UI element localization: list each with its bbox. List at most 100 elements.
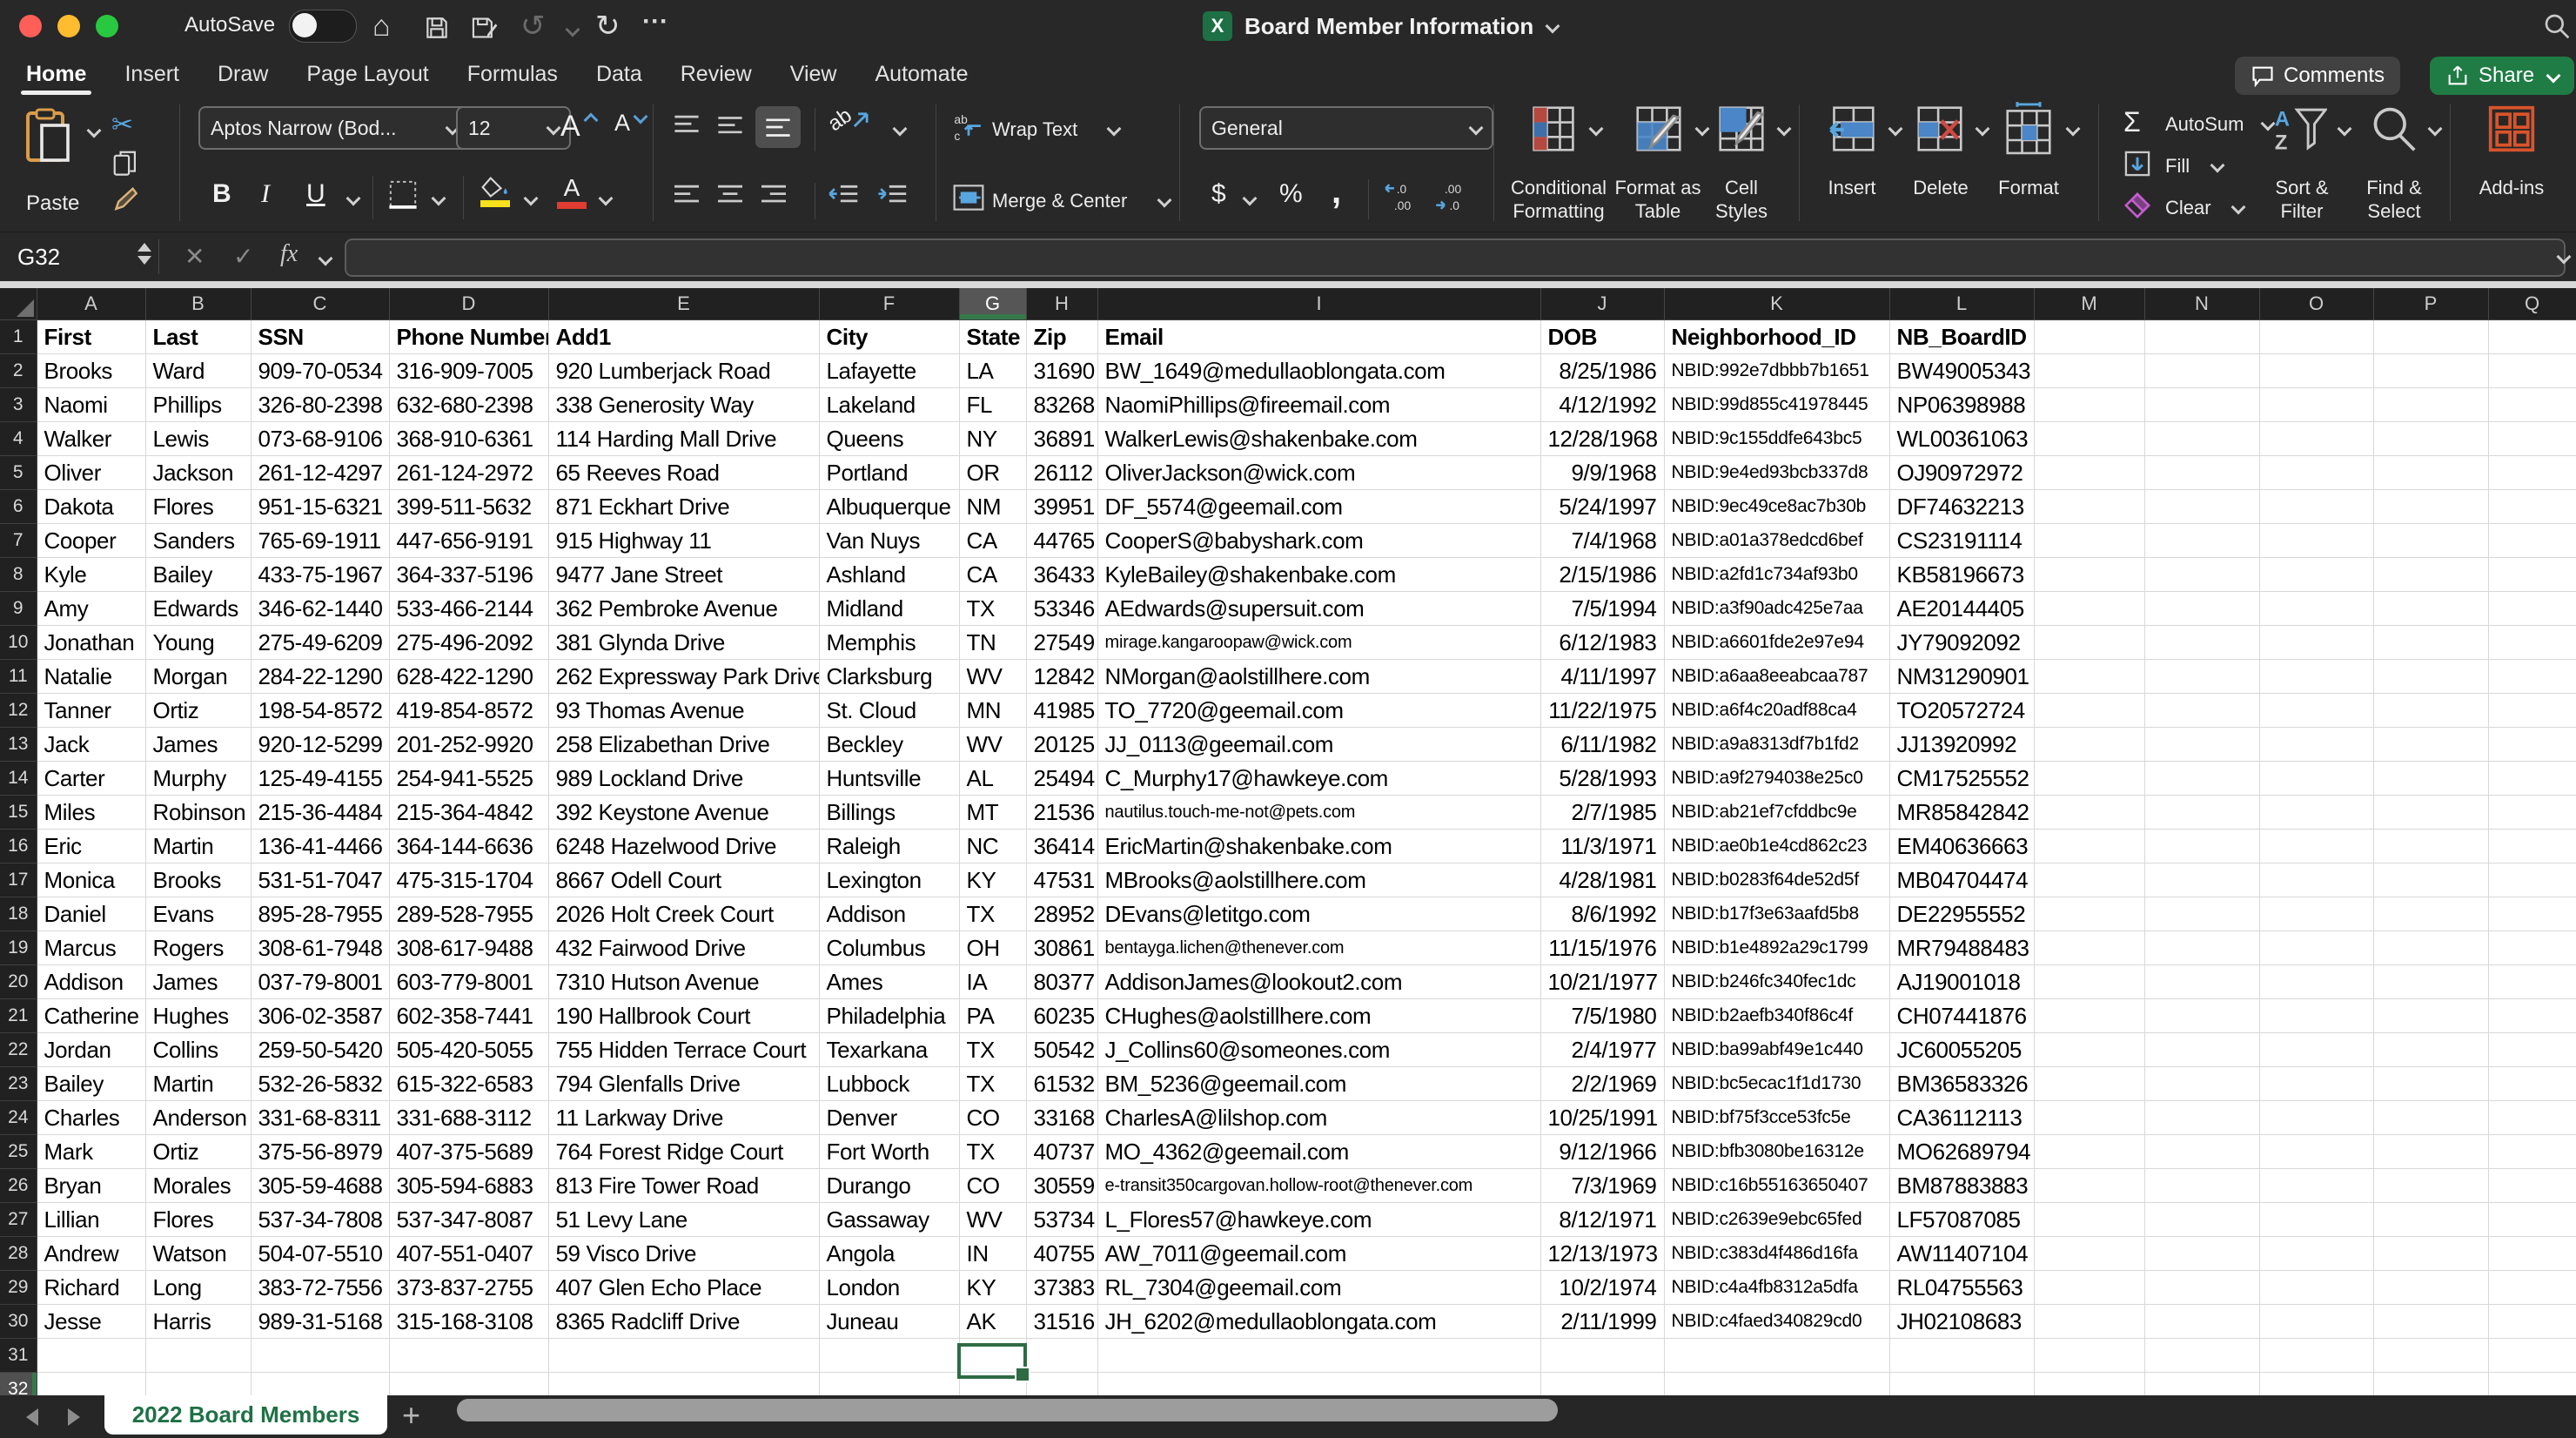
cell-G23[interactable]: TX xyxy=(959,1067,1026,1101)
column-header-C[interactable]: C xyxy=(251,288,389,320)
cell-N29[interactable] xyxy=(2144,1271,2259,1305)
tab-review[interactable]: Review xyxy=(679,62,754,87)
cell-D24[interactable]: 331-688-3112 xyxy=(389,1101,548,1135)
cell-M22[interactable] xyxy=(2034,1033,2144,1067)
format-as-table-chevron-icon[interactable] xyxy=(1695,122,1710,137)
cell-E19[interactable]: 432 Fairwood Drive xyxy=(548,931,819,965)
function-chevron-icon[interactable] xyxy=(319,252,333,266)
cell-G13[interactable]: WV xyxy=(959,728,1026,762)
cell-C1[interactable]: SSN xyxy=(251,320,389,354)
cell-L3[interactable]: NP06398988 xyxy=(1889,388,2034,422)
cell-P32[interactable] xyxy=(2373,1373,2488,1396)
cell-C3[interactable]: 326-80-2398 xyxy=(251,388,389,422)
cell-O4[interactable] xyxy=(2259,422,2373,456)
cell-A7[interactable]: Cooper xyxy=(37,524,145,558)
column-header-E[interactable]: E xyxy=(548,288,819,320)
cell-Q27[interactable] xyxy=(2488,1203,2576,1237)
cell-C16[interactable]: 136-41-4466 xyxy=(251,830,389,863)
cell-Q16[interactable] xyxy=(2488,830,2576,863)
cell-D5[interactable]: 261-124-2972 xyxy=(389,456,548,490)
cell-A16[interactable]: Eric xyxy=(37,830,145,863)
cell-Q2[interactable] xyxy=(2488,354,2576,388)
cell-A3[interactable]: Naomi xyxy=(37,388,145,422)
cell-J20[interactable]: 10/21/1977 xyxy=(1540,965,1664,999)
cell-I3[interactable]: NaomiPhillips@fireemail.com xyxy=(1097,388,1540,422)
column-header-O[interactable]: O xyxy=(2259,288,2373,320)
cell-A21[interactable]: Catherine xyxy=(37,999,145,1033)
cell-F24[interactable]: Denver xyxy=(819,1101,959,1135)
cell-H7[interactable]: 44765 xyxy=(1026,524,1097,558)
align-right-icon[interactable] xyxy=(759,183,788,207)
cell-G9[interactable]: TX xyxy=(959,592,1026,626)
row-header-17[interactable]: 17 xyxy=(0,863,37,897)
cell-N7[interactable] xyxy=(2144,524,2259,558)
orientation-icon[interactable]: ab xyxy=(828,108,869,132)
cell-G22[interactable]: TX xyxy=(959,1033,1026,1067)
cell-G8[interactable]: CA xyxy=(959,558,1026,592)
cell-P18[interactable] xyxy=(2373,897,2488,931)
cell-I12[interactable]: TO_7720@geemail.com xyxy=(1097,694,1540,728)
cell-G18[interactable]: TX xyxy=(959,897,1026,931)
align-center-icon[interactable] xyxy=(715,183,745,207)
cell-J27[interactable]: 8/12/1971 xyxy=(1540,1203,1664,1237)
cell-F27[interactable]: Gassaway xyxy=(819,1203,959,1237)
cell-P10[interactable] xyxy=(2373,626,2488,660)
column-header-K[interactable]: K xyxy=(1664,288,1889,320)
cell-M7[interactable] xyxy=(2034,524,2144,558)
paste-icon[interactable] xyxy=(26,108,71,164)
cell-M26[interactable] xyxy=(2034,1169,2144,1203)
cell-I24[interactable]: CharlesA@lilshop.com xyxy=(1097,1101,1540,1135)
cell-Q17[interactable] xyxy=(2488,863,2576,897)
cell-M21[interactable] xyxy=(2034,999,2144,1033)
cell-G24[interactable]: CO xyxy=(959,1101,1026,1135)
tab-draw[interactable]: Draw xyxy=(216,62,270,87)
cell-D30[interactable]: 315-168-3108 xyxy=(389,1305,548,1339)
cell-I21[interactable]: CHughes@aolstillhere.com xyxy=(1097,999,1540,1033)
cell-C18[interactable]: 895-28-7955 xyxy=(251,897,389,931)
cell-N27[interactable] xyxy=(2144,1203,2259,1237)
cell-G28[interactable]: IN xyxy=(959,1237,1026,1271)
cell-H18[interactable]: 28952 xyxy=(1026,897,1097,931)
cell-L15[interactable]: MR85842842 xyxy=(1889,796,2034,830)
cell-C5[interactable]: 261-12-4297 xyxy=(251,456,389,490)
cell-H5[interactable]: 26112 xyxy=(1026,456,1097,490)
cell-M28[interactable] xyxy=(2034,1237,2144,1271)
cell-M23[interactable] xyxy=(2034,1067,2144,1101)
column-header-G[interactable]: G xyxy=(959,288,1026,320)
cell-F11[interactable]: Clarksburg xyxy=(819,660,959,694)
cell-H13[interactable]: 20125 xyxy=(1026,728,1097,762)
cell-G26[interactable]: CO xyxy=(959,1169,1026,1203)
cell-E25[interactable]: 764 Forest Ridge Court xyxy=(548,1135,819,1169)
cell-J32[interactable] xyxy=(1540,1373,1664,1396)
tab-insert[interactable]: Insert xyxy=(123,62,181,87)
cell-Q32[interactable] xyxy=(2488,1373,2576,1396)
cell-F22[interactable]: Texarkana xyxy=(819,1033,959,1067)
cell-F5[interactable]: Portland xyxy=(819,456,959,490)
cell-N22[interactable] xyxy=(2144,1033,2259,1067)
cell-K14[interactable]: NBID:a9f2794038e25c0 xyxy=(1664,762,1889,796)
cell-J21[interactable]: 7/5/1980 xyxy=(1540,999,1664,1033)
document-title[interactable]: Board Member Information xyxy=(1244,13,1533,40)
cell-K13[interactable]: NBID:a9a8313df7b1fd2 xyxy=(1664,728,1889,762)
cell-M19[interactable] xyxy=(2034,931,2144,965)
cell-I11[interactable]: NMorgan@aolstillhere.com xyxy=(1097,660,1540,694)
column-header-P[interactable]: P xyxy=(2373,288,2488,320)
cell-D14[interactable]: 254-941-5525 xyxy=(389,762,548,796)
cell-D25[interactable]: 407-375-5689 xyxy=(389,1135,548,1169)
cell-E6[interactable]: 871 Eckhart Drive xyxy=(548,490,819,524)
currency-chevron-icon[interactable] xyxy=(1243,192,1258,206)
cell-C17[interactable]: 531-51-7047 xyxy=(251,863,389,897)
cell-H23[interactable]: 61532 xyxy=(1026,1067,1097,1101)
cell-K9[interactable]: NBID:a3f90adc425e7aa xyxy=(1664,592,1889,626)
cell-N30[interactable] xyxy=(2144,1305,2259,1339)
cell-C4[interactable]: 073-68-9106 xyxy=(251,422,389,456)
share-button[interactable]: Share xyxy=(2430,57,2574,95)
cell-N18[interactable] xyxy=(2144,897,2259,931)
cell-M31[interactable] xyxy=(2034,1339,2144,1373)
cell-O22[interactable] xyxy=(2259,1033,2373,1067)
cell-L25[interactable]: MO62689794 xyxy=(1889,1135,2034,1169)
align-left-icon[interactable] xyxy=(672,183,701,207)
cell-styles-chevron-icon[interactable] xyxy=(1777,122,1792,137)
cell-H12[interactable]: 41985 xyxy=(1026,694,1097,728)
cell-E3[interactable]: 338 Generosity Way xyxy=(548,388,819,422)
